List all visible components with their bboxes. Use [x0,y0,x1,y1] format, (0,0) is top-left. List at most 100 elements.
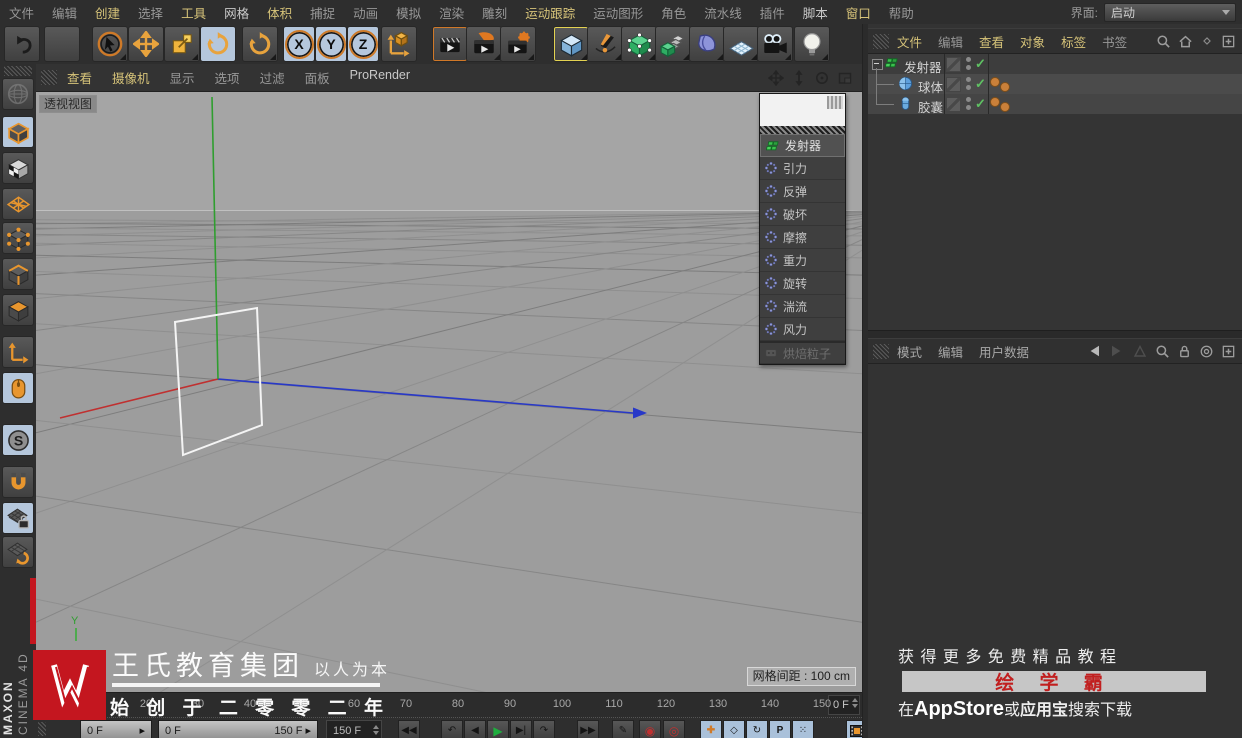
expander-icon[interactable] [872,59,883,70]
subdivision-surface-button[interactable] [621,26,657,62]
workplane-lock-button[interactable] [2,502,34,534]
layer-chip[interactable] [946,77,961,92]
move-tool-button[interactable] [128,26,164,62]
render-to-picture-button[interactable] [466,26,502,62]
menu-item-捕捉[interactable]: 捕捉 [301,3,344,22]
home-icon[interactable] [1178,34,1193,49]
menu-item-运动跟踪[interactable]: 运动跟踪 [516,3,584,22]
am-menu-模式[interactable]: 模式 [889,342,930,361]
viewport-solo-button[interactable] [2,372,34,404]
menu-item-渲染[interactable]: 渲染 [430,3,473,22]
last-used-tool-button[interactable] [242,26,278,62]
tag-dot-icon[interactable] [1000,82,1010,92]
menu-item-编辑[interactable]: 编辑 [43,3,86,22]
scale-tool-button[interactable] [164,26,200,62]
record-button[interactable]: ◉ [639,720,661,738]
tearoff-strip[interactable] [760,126,845,134]
axis-mode-button[interactable] [2,336,34,368]
om-menu-编辑[interactable]: 编辑 [930,32,971,51]
go-to-start-button[interactable]: ◀◀ [398,720,420,738]
render-visibility-dot[interactable] [966,105,971,110]
om-menu-查看[interactable]: 查看 [971,32,1012,51]
maximize-view-icon[interactable] [836,69,854,87]
layer-chip[interactable] [946,97,961,112]
record-point-level-button[interactable]: ⁙ [792,720,814,738]
menu-item-插件[interactable]: 插件 [751,3,794,22]
model-mode-button[interactable] [2,116,34,148]
viewport-menu-查看[interactable]: 查看 [57,68,102,87]
search-icon[interactable] [1156,34,1171,49]
om-menu-书签[interactable]: 书签 [1094,32,1135,51]
object-name[interactable]: 胶囊 [918,97,943,116]
enabled-check-icon[interactable]: ✓ [975,96,986,112]
record-position-button[interactable]: ✚ [700,720,722,738]
particle-menu-item-摩擦[interactable]: 摩擦 [760,226,845,249]
om-menu-文件[interactable]: 文件 [889,32,930,51]
menu-item-网格[interactable]: 网格 [215,3,258,22]
menu-item-帮助[interactable]: 帮助 [880,3,923,22]
preview-range-slider[interactable]: 0 F 150 F ▸ [158,720,318,738]
menu-item-动画[interactable]: 动画 [344,3,387,22]
play-button[interactable]: ▶ [487,720,509,738]
texture-mode-button[interactable] [2,152,34,184]
undo-button[interactable] [4,26,40,62]
enabled-check-icon[interactable]: ✓ [975,76,986,92]
particle-menu-item-旋转[interactable]: 旋转 [760,272,845,295]
array-generator-button[interactable] [655,26,691,62]
render-view-button[interactable] [432,26,468,62]
interface-dropdown[interactable]: 启动 [1104,3,1236,22]
points-mode-button[interactable] [2,222,34,254]
up-icon[interactable] [1132,343,1148,359]
snap-button[interactable] [2,466,34,498]
object-tree[interactable]: 发射器 ✓ 球体 ✓ 胶囊 ✓ [868,54,1242,330]
polygons-mode-button[interactable] [2,294,34,326]
lock-icon[interactable] [1177,344,1192,359]
menu-item-流水线[interactable]: 流水线 [695,3,751,22]
transport-grip[interactable] [38,722,46,736]
object-manager-grip[interactable] [873,33,889,49]
object-row-球体[interactable]: 球体 ✓ [868,74,1242,95]
floor-button[interactable] [723,26,759,62]
pan-view-icon[interactable] [767,69,785,87]
forward-icon[interactable] [1109,343,1125,359]
x-axis-toggle[interactable]: X [283,26,315,62]
particle-menu-item-破坏[interactable]: 破坏 [760,203,845,226]
zoom-view-icon[interactable] [790,69,808,87]
menu-item-角色[interactable]: 角色 [652,3,695,22]
object-row-胶囊[interactable]: 胶囊 ✓ [868,94,1242,116]
back-icon[interactable] [1086,343,1102,359]
particle-menu-item-湍流[interactable]: 湍流 [760,295,845,318]
menu-item-文件[interactable]: 文件 [0,3,43,22]
y-axis-toggle[interactable]: Y [315,26,347,62]
layer-chip[interactable] [946,57,961,72]
particle-menu-item-发射器[interactable]: 发射器 [760,134,845,157]
viewport-grip[interactable] [41,70,57,85]
rotate-view-icon[interactable] [813,69,831,87]
workplane-button[interactable] [2,536,34,568]
particle-menu-item-引力[interactable]: 引力 [760,157,845,180]
particle-menu-item-风力[interactable]: 风力 [760,318,845,341]
play-backwards-button[interactable]: ↶ [441,720,463,738]
render-settings-button[interactable] [500,26,536,62]
enabled-check-icon[interactable]: ✓ [975,56,986,72]
om-menu-对象[interactable]: 对象 [1012,32,1053,51]
go-to-end-button[interactable]: ▶▶ [577,720,599,738]
tag-dot-icon[interactable] [1000,102,1010,112]
current-frame-slider[interactable]: 0 F ▸ [80,720,152,738]
previous-frame-button[interactable]: ◀ [464,720,486,738]
search-icon[interactable] [1155,344,1170,359]
add-cube-button[interactable] [553,26,589,62]
selection-filter-button[interactable]: S [2,424,34,456]
target-icon[interactable] [1199,344,1214,359]
key-record-button[interactable]: ✎ [612,720,634,738]
deformer-button[interactable] [689,26,725,62]
record-scale-button[interactable]: ◇ [723,720,745,738]
coordinate-system-button[interactable] [381,26,417,62]
toolbar-grip[interactable] [4,66,32,76]
current-frame-field[interactable]: 0 F [828,695,860,715]
camera-button[interactable] [757,26,793,62]
menu-item-创建[interactable]: 创建 [86,3,129,22]
viewport-menu-选项[interactable]: 选项 [205,68,250,87]
am-menu-用户数据[interactable]: 用户数据 [971,342,1037,361]
render-visibility-dot[interactable] [966,65,971,70]
